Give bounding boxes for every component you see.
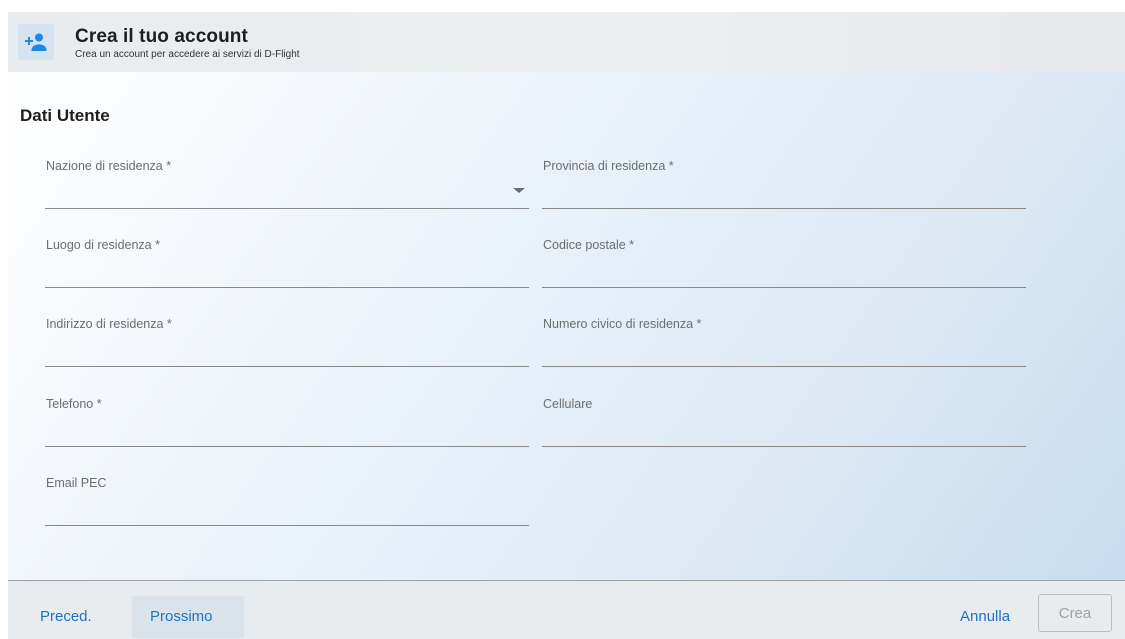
add-person-icon — [18, 24, 54, 60]
telefono-input[interactable] — [45, 421, 515, 443]
cellulare-field[interactable]: Cellulare — [542, 397, 1026, 457]
email-pec-field[interactable]: Email PEC — [45, 476, 529, 536]
email-pec-input[interactable] — [45, 500, 515, 522]
luogo-label: Luogo di residenza * — [46, 238, 160, 252]
indirizzo-underline — [45, 366, 529, 367]
cellulare-input[interactable] — [542, 421, 1012, 443]
nazione-underline — [45, 208, 529, 209]
email-pec-underline — [45, 525, 529, 526]
provincia-label: Provincia di residenza * — [543, 159, 674, 173]
nazione-select[interactable] — [45, 183, 515, 205]
numero-civico-underline — [542, 366, 1026, 367]
luogo-underline — [45, 287, 529, 288]
luogo-field[interactable]: Luogo di residenza * — [45, 238, 529, 298]
dropdown-arrow-icon[interactable] — [513, 188, 525, 193]
dialog-footer: Preced. Prossimo Annulla Crea — [8, 580, 1125, 639]
next-button[interactable]: Prossimo — [150, 608, 213, 625]
section-title: Dati Utente — [20, 106, 110, 125]
nazione-dropdown[interactable]: Nazione di residenza * — [45, 159, 529, 219]
numero-civico-input[interactable] — [542, 341, 1012, 363]
numero-civico-field[interactable]: Numero civico di residenza * — [542, 317, 1026, 377]
indirizzo-field[interactable]: Indirizzo di residenza * — [45, 317, 529, 377]
provincia-input[interactable] — [542, 183, 1012, 205]
prev-button[interactable]: Preced. — [40, 608, 92, 625]
nazione-label: Nazione di residenza * — [46, 159, 172, 173]
dialog-header: Crea il tuo account Crea un account per … — [8, 12, 1125, 72]
cellulare-underline — [542, 446, 1026, 447]
provincia-field[interactable]: Provincia di residenza * — [542, 159, 1026, 219]
provincia-underline — [542, 208, 1026, 209]
codice-postale-field[interactable]: Codice postale * — [542, 238, 1026, 298]
telefono-label: Telefono * — [46, 397, 102, 411]
cellulare-label: Cellulare — [543, 397, 593, 411]
codice-postale-underline — [542, 287, 1026, 288]
create-button[interactable]: Crea — [1038, 594, 1112, 632]
numero-civico-label: Numero civico di residenza * — [543, 317, 702, 331]
telefono-underline — [45, 446, 529, 447]
indirizzo-input[interactable] — [45, 341, 515, 363]
codice-postale-label: Codice postale * — [543, 238, 635, 252]
telefono-field[interactable]: Telefono * — [45, 397, 529, 457]
codice-postale-input[interactable] — [542, 262, 1012, 284]
luogo-input[interactable] — [45, 262, 515, 284]
dialog-subtitle: Crea un account per accedere ai servizi … — [75, 49, 300, 60]
cancel-button[interactable]: Annulla — [960, 608, 1010, 625]
indirizzo-label: Indirizzo di residenza * — [46, 317, 172, 331]
create-account-dialog: Crea il tuo account Crea un account per … — [8, 12, 1125, 639]
dialog-title: Crea il tuo account — [75, 26, 248, 47]
email-pec-label: Email PEC — [46, 476, 107, 490]
